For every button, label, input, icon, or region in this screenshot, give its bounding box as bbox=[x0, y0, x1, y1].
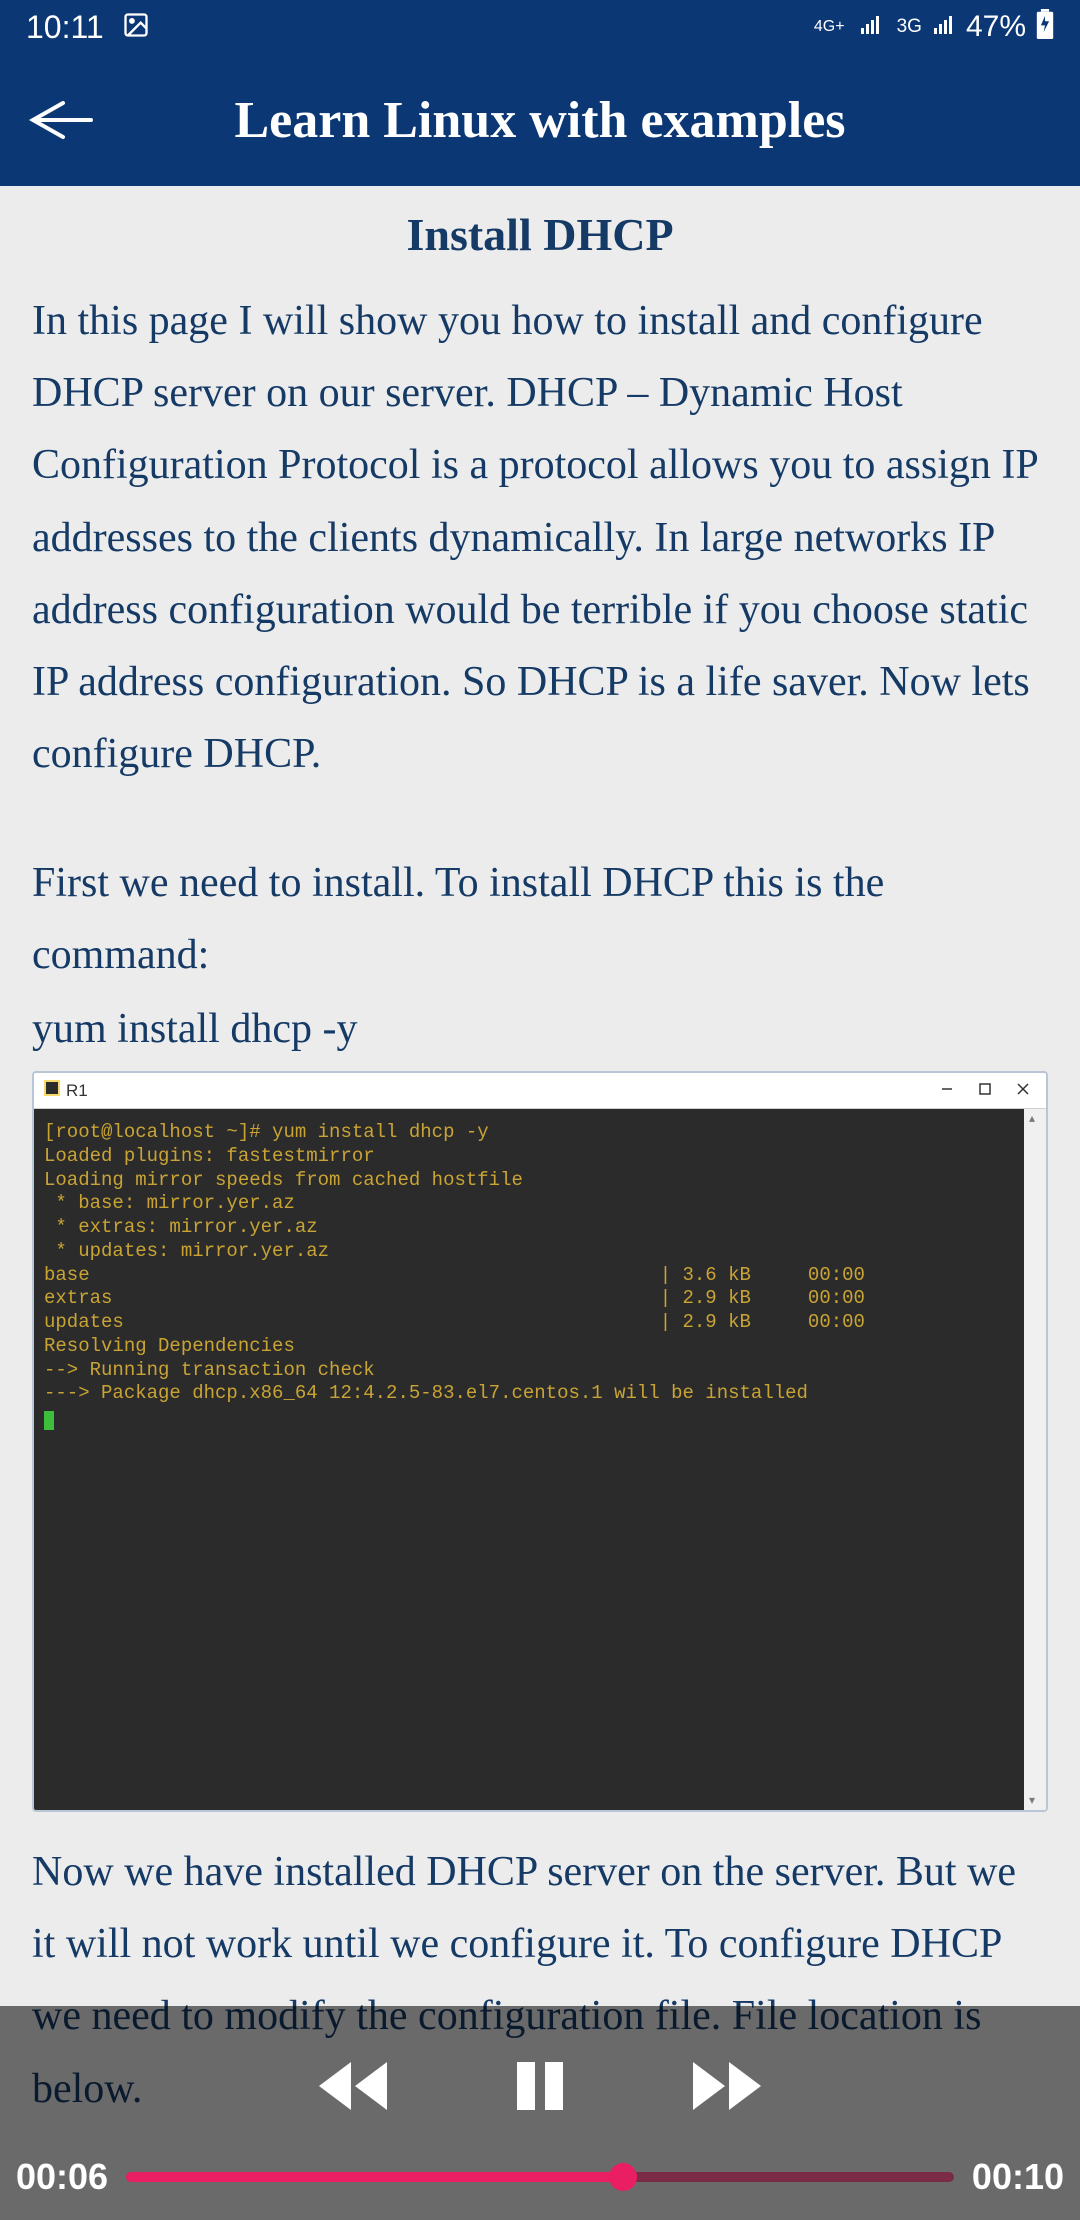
seek-fill bbox=[126, 2172, 623, 2182]
terminal-line: ---> Package dhcp.x86_64 12:4.2.5-83.el7… bbox=[44, 1382, 808, 1404]
signal-bars-icon bbox=[859, 12, 883, 43]
scroll-up-icon[interactable]: ▴ bbox=[1029, 1111, 1035, 1126]
elapsed-time: 00:06 bbox=[16, 2156, 108, 2198]
app-bar-title: Learn Linux with examples bbox=[98, 91, 982, 150]
window-minimize-button[interactable] bbox=[940, 1081, 954, 1101]
window-maximize-button[interactable] bbox=[978, 1081, 992, 1101]
terminal-line: updates | 2.9 kB 00:00 bbox=[44, 1311, 865, 1333]
terminal-line: --> Running transaction check bbox=[44, 1359, 375, 1381]
status-left: 10:11 bbox=[26, 9, 150, 46]
terminal-app-icon bbox=[44, 1080, 60, 1101]
paragraph-install: First we need to install. To install DHC… bbox=[32, 847, 1048, 991]
network-3g-label: 3G bbox=[897, 16, 922, 38]
status-right: 4G+ 3G 47% bbox=[814, 9, 1054, 46]
terminal-line: * updates: mirror.yer.az bbox=[44, 1240, 329, 1262]
paragraph-intro: In this page I will show you how to inst… bbox=[32, 285, 1048, 791]
terminal-scrollbar[interactable]: ▴ ▾ bbox=[1024, 1109, 1046, 1810]
seek-row: 00:06 00:10 bbox=[0, 2156, 1080, 2220]
media-controls bbox=[0, 2006, 1080, 2156]
signal-bars-icon-2 bbox=[932, 12, 956, 43]
terminal-cursor bbox=[44, 1411, 54, 1430]
terminal-window-title: R1 bbox=[66, 1081, 940, 1101]
battery-charging-icon bbox=[1036, 9, 1054, 46]
media-player: 00:06 00:10 bbox=[0, 2006, 1080, 2220]
terminal-titlebar: R1 bbox=[34, 1073, 1046, 1109]
fast-forward-button[interactable] bbox=[687, 2058, 767, 2119]
terminal-line: Loading mirror speeds from cached hostfi… bbox=[44, 1169, 523, 1191]
clock-text: 10:11 bbox=[26, 9, 104, 46]
terminal-line: Resolving Dependencies bbox=[44, 1335, 295, 1357]
rewind-button[interactable] bbox=[313, 2058, 393, 2119]
terminal-line: extras | 2.9 kB 00:00 bbox=[44, 1287, 865, 1309]
total-time: 00:10 bbox=[972, 2156, 1064, 2198]
back-button[interactable] bbox=[18, 80, 98, 160]
window-close-button[interactable] bbox=[1016, 1081, 1030, 1101]
terminal-line: Loaded plugins: fastestmirror bbox=[44, 1145, 375, 1167]
screenshot-icon bbox=[122, 11, 150, 44]
scroll-down-icon[interactable]: ▾ bbox=[1029, 1793, 1035, 1808]
pause-button[interactable] bbox=[513, 2058, 567, 2119]
terminal-line: * base: mirror.yer.az bbox=[44, 1192, 295, 1214]
article-title: Install DHCP bbox=[32, 186, 1048, 271]
seek-knob[interactable] bbox=[609, 2163, 637, 2191]
seek-bar[interactable] bbox=[126, 2172, 954, 2182]
battery-percent: 47% bbox=[966, 10, 1026, 44]
terminal-line: [root@localhost ~]# yum install dhcp -y bbox=[44, 1121, 489, 1143]
app-bar: Learn Linux with examples bbox=[0, 54, 1080, 186]
terminal-window: R1 [root@localhost ~]# yum install dhcp … bbox=[32, 1071, 1048, 1812]
terminal-line: base | 3.6 kB 00:00 bbox=[44, 1264, 865, 1286]
status-bar: 10:11 4G+ 3G 47% bbox=[0, 0, 1080, 54]
article-content: Install DHCP In this page I will show yo… bbox=[0, 186, 1080, 2125]
terminal-line: * extras: mirror.yer.az bbox=[44, 1216, 318, 1238]
terminal-output: [root@localhost ~]# yum install dhcp -y … bbox=[34, 1109, 1024, 1810]
network-4g-label: 4G+ bbox=[814, 18, 845, 36]
command-line: yum install dhcp -y bbox=[32, 1005, 1048, 1053]
